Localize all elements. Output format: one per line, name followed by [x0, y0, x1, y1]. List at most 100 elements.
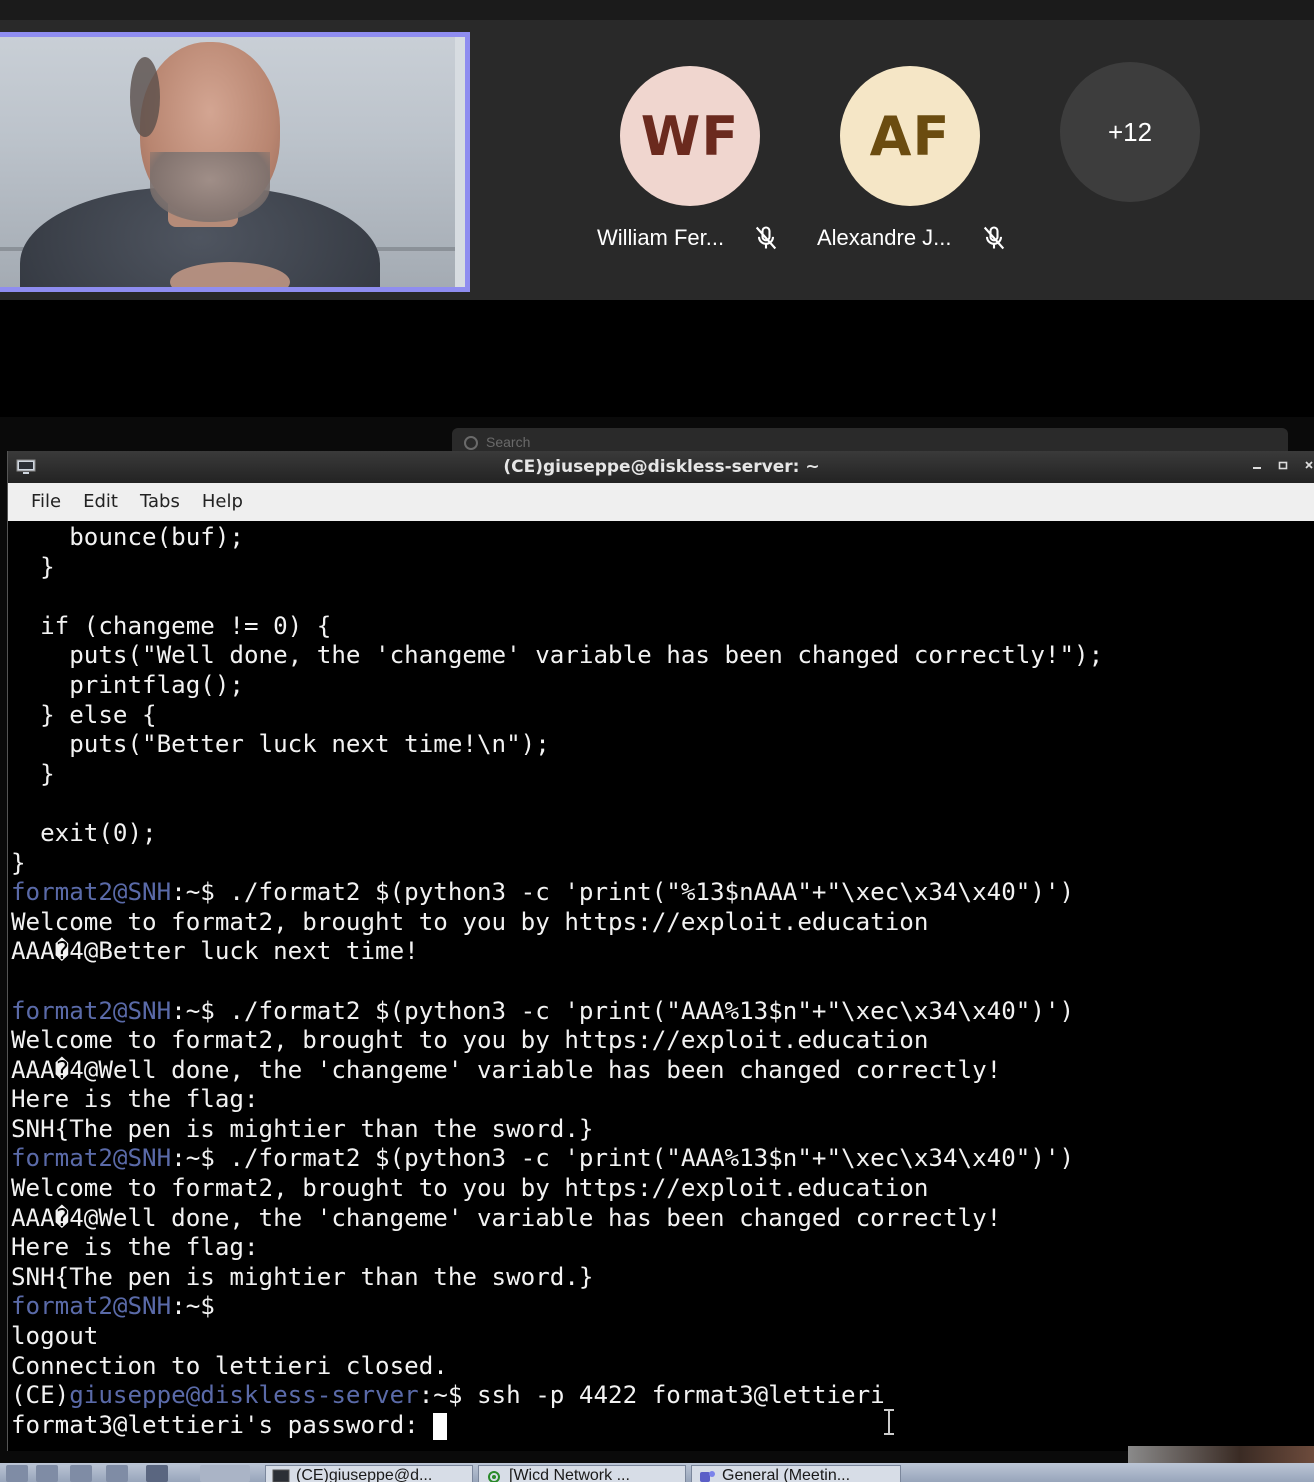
- terminal-line: Welcome to format2, brought to you by ht…: [11, 1026, 1314, 1056]
- mic-muted-icon: [756, 226, 777, 250]
- terminal-line: bounce(buf);: [11, 523, 1314, 553]
- line-text: ./format2 $(python3 -c 'print("AAA%13$n"…: [214, 996, 1075, 1025]
- line-text: } else {: [11, 700, 157, 729]
- terminal-icon: [272, 1469, 290, 1482]
- prompt-dir: :~$: [171, 996, 215, 1025]
- participant-label-1: William Fer...: [597, 224, 780, 252]
- terminal-line: format2@SNH:~$: [11, 1292, 1314, 1322]
- taskbar: (CE)giuseppe@d... [Wicd Network ... Gene…: [0, 1463, 1314, 1482]
- mic-muted-icon: [983, 226, 1004, 250]
- video-person-hair: [130, 57, 160, 137]
- line-text: ./format2 $(python3 -c 'print("AAA%13$n"…: [214, 1144, 1075, 1173]
- line-text: ssh -p 4422 format3@lettieri: [462, 1381, 885, 1410]
- line-text: Here is the flag:: [11, 1233, 259, 1262]
- participant-avatar: AF: [840, 66, 980, 206]
- terminal-line: }: [11, 553, 1314, 583]
- launcher-menu-icon[interactable]: [6, 1465, 28, 1482]
- terminal-line: AAA�4@Better luck next time!: [11, 937, 1314, 967]
- terminal-line: exit(0);: [11, 819, 1314, 849]
- line-text: SNH{The pen is mightier than the sword.}: [11, 1262, 594, 1291]
- participant-name: William Fer...: [597, 225, 725, 250]
- line-text: AAA�4@Well done, the 'changeme' variable…: [11, 1203, 1002, 1232]
- menu-help[interactable]: Help: [191, 483, 254, 521]
- terminal-line: printflag();: [11, 671, 1314, 701]
- meeting-divider: [0, 300, 1314, 417]
- line-text: printflag();: [11, 670, 244, 699]
- menu-file[interactable]: File: [20, 483, 72, 521]
- prompt-user: format2@SNH: [11, 996, 172, 1025]
- line-text: if (changeme != 0) {: [11, 611, 332, 640]
- terminal-window[interactable]: (CE)giuseppe@diskless-server: ~ File Edi…: [7, 451, 1314, 1451]
- line-text: bounce(buf);: [11, 523, 244, 551]
- window-title: (CE)giuseppe@diskless-server: ~: [503, 457, 820, 477]
- launcher-terminal-icon[interactable]: [106, 1465, 128, 1482]
- taskbar-item-label: (CE)giuseppe@d...: [296, 1467, 433, 1482]
- terminal-titlebar[interactable]: (CE)giuseppe@diskless-server: ~: [8, 451, 1314, 483]
- line-text: AAA�4@Better luck next time!: [11, 937, 419, 966]
- more-participants-button[interactable]: +12: [1060, 62, 1200, 202]
- line-text: }: [11, 848, 26, 877]
- taskbar-item-teams[interactable]: General (Meetin...: [691, 1465, 901, 1482]
- prompt-user: format2@SNH: [11, 1144, 172, 1173]
- terminal-line: format2@SNH:~$ ./format2 $(python3 -c 'p…: [11, 878, 1314, 908]
- line-text: ./format2 $(python3 -c 'print("%13$nAAA"…: [214, 878, 1075, 907]
- line-text: Connection to lettieri closed.: [11, 1351, 448, 1380]
- menu-tabs[interactable]: Tabs: [129, 483, 191, 521]
- search-icon: [464, 436, 478, 451]
- menu-edit[interactable]: Edit: [72, 483, 129, 521]
- participant-tile-1[interactable]: WF: [620, 66, 760, 206]
- minimize-button[interactable]: [1251, 457, 1263, 473]
- terminal-line: SNH{The pen is mightier than the sword.}: [11, 1263, 1314, 1293]
- line-text: puts("Well done, the 'changeme' variable…: [11, 641, 1104, 670]
- self-video-tile[interactable]: [0, 32, 470, 292]
- line-text: SNH{The pen is mightier than the sword.}: [11, 1114, 594, 1143]
- meeting-top-strip: [0, 0, 1314, 20]
- prompt-prefix: (CE): [11, 1381, 70, 1410]
- terminal-line: Welcome to format2, brought to you by ht…: [11, 908, 1314, 938]
- maximize-button[interactable]: [1277, 457, 1289, 473]
- terminal-output[interactable]: bounce(buf); } if (changeme != 0) { puts…: [8, 521, 1314, 1451]
- text-cursor-icon: [884, 1409, 894, 1435]
- close-button[interactable]: [1303, 457, 1314, 473]
- taskbar-item-terminal[interactable]: (CE)giuseppe@d...: [265, 1465, 473, 1482]
- terminal-cursor: [433, 1412, 448, 1440]
- prompt-dir: :~$: [171, 878, 215, 907]
- terminal-menubar: File Edit Tabs Help: [8, 483, 1314, 521]
- launcher-files-icon[interactable]: [36, 1465, 58, 1482]
- prompt-user: format2@SNH: [11, 1292, 172, 1321]
- wifi-icon: [488, 1471, 500, 1482]
- launcher-spacer: [200, 1465, 250, 1482]
- launcher-desktop-icon[interactable]: [70, 1465, 92, 1482]
- participant-tile-2[interactable]: AF: [840, 66, 980, 206]
- terminal-line: format2@SNH:~$ ./format2 $(python3 -c 'p…: [11, 1144, 1314, 1174]
- maximize-icon: [1278, 461, 1288, 470]
- launcher-app-icon[interactable]: [146, 1465, 168, 1482]
- prompt-user: giuseppe@diskless-server: [69, 1381, 419, 1410]
- terminal-line: Here is the flag:: [11, 1233, 1314, 1263]
- terminal-line: format3@lettieri's password:: [11, 1411, 1314, 1441]
- terminal-line: SNH{The pen is mightier than the sword.}: [11, 1115, 1314, 1145]
- terminal-line: puts("Well done, the 'changeme' variable…: [11, 641, 1314, 671]
- taskbar-item-label: General (Meetin...: [722, 1467, 851, 1482]
- line-text: Welcome to format2, brought to you by ht…: [11, 1174, 929, 1203]
- search-placeholder: Search: [486, 434, 531, 450]
- window-controls: [1251, 457, 1314, 473]
- terminal-line: puts("Better luck next time!\n");: [11, 730, 1314, 760]
- participant-avatar: WF: [620, 66, 760, 206]
- prompt-dir: :~$: [171, 1292, 215, 1321]
- line-text: Welcome to format2, brought to you by ht…: [11, 1026, 929, 1055]
- terminal-app-icon: [16, 459, 36, 474]
- minimize-icon: [1253, 467, 1261, 469]
- terminal-line: format2@SNH:~$ ./format2 $(python3 -c 'p…: [11, 997, 1314, 1027]
- taskbar-item-wicd[interactable]: [Wicd Network ...: [478, 1465, 686, 1482]
- video-person-beard: [150, 152, 270, 222]
- terminal-line: Here is the flag:: [11, 1085, 1314, 1115]
- line-text: }: [11, 759, 55, 788]
- line-text: }: [11, 552, 55, 581]
- teams-icon: [700, 1471, 715, 1482]
- prompt-dir: :~$: [418, 1381, 463, 1410]
- video-overlay-fragment: [1128, 1446, 1314, 1463]
- terminal-line: if (changeme != 0) {: [11, 612, 1314, 642]
